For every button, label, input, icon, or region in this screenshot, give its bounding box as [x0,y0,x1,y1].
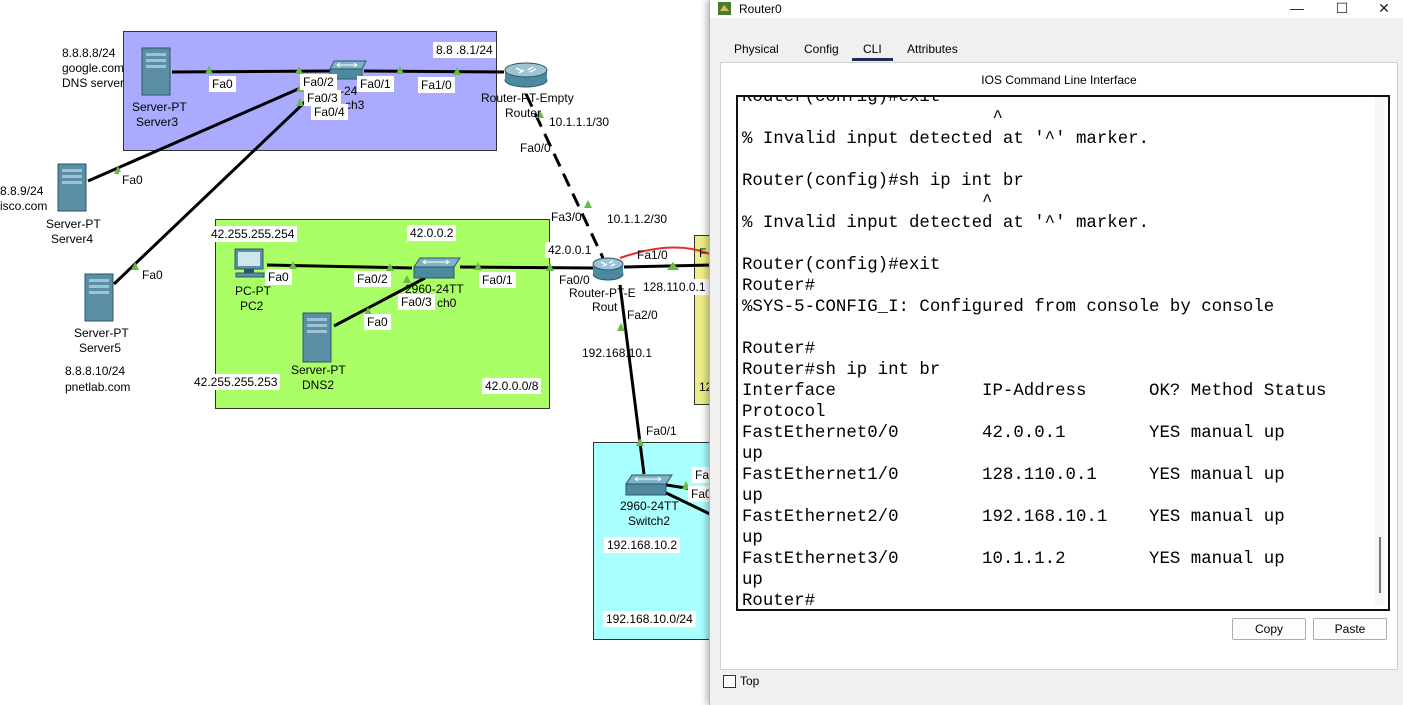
green-area-ip2-label: 42.255.255.253 [191,374,281,390]
green-area-ip1-label: 42.255.255.254 [208,226,298,242]
switch0-fa02-label: Fa0/2 [354,271,391,287]
switch0-icon[interactable] [412,256,462,282]
server4-name-label: Server4 [51,232,94,246]
server3-type-label: Server-PT [132,100,187,114]
router0-type-label: Router-PT-E [569,286,636,300]
switch2-fa01-label: Fa0/1 [646,424,677,438]
router0-ip3-label: 192.168.10.1 [582,346,653,360]
minimize-button[interactable]: — [1275,0,1319,18]
window-titlebar[interactable]: Router0 — ☐ ✕ [710,0,1403,18]
copy-button[interactable]: Copy [1232,618,1306,640]
server4-port-label: Fa0 [119,172,146,188]
tab-cli[interactable]: CLI [852,40,893,61]
router0-ip2-label: 128.110.0.1 [640,279,709,295]
tab-physical[interactable]: Physical [734,40,779,58]
dns2-name-label: DNS2 [302,378,335,392]
dns2-server-icon[interactable] [302,312,334,364]
server5-port-label: Fa0 [139,267,166,283]
close-button[interactable]: ✕ [1362,0,1403,18]
switch3-fa01-label: Fa0/1 [357,76,394,92]
pc2-icon[interactable] [232,248,268,280]
pc2-name-label: PC2 [240,299,264,313]
cli-console[interactable]: Router(config)#exit ^ % Invalid input de… [736,95,1390,611]
dns-server-role-label: DNS server [62,76,125,90]
router-top-type-label: Router-PT-Empty [481,91,574,105]
switch3-name2-partial-label: ch3 [345,98,365,112]
server5-name-label: Server5 [79,341,122,355]
router-top-link-ip-label: 10.1.1.1/30 [546,114,613,130]
router0-fa10-label: Fa1/0 [637,248,668,262]
switch2-icon[interactable] [624,473,674,499]
server4-icon[interactable] [57,163,89,213]
server5-icon[interactable] [84,273,116,323]
server3-port-label: Fa0 [209,76,236,92]
server4-type-label: Server-PT [46,217,101,231]
router0-fa30-label: Fa3/0 [551,210,582,224]
switch3-fa04-label: Fa0/4 [311,104,348,120]
tab-attributes[interactable]: Attributes [907,40,958,58]
link-server3-switch3 [171,69,333,74]
switch2-name-label: Switch2 [628,514,671,528]
switch2-ip-label: 192.168.10.2 [604,537,681,553]
server4-ip-label: 8.8.9/24 [0,184,44,198]
server4-domain-label: isco.com [0,199,48,213]
dns2-port-label: Fa0 [364,314,391,330]
top-checkbox-label: Top [740,674,760,688]
link-router0-yellow [623,263,713,269]
server5-ip-label: 8.8.8.10/24 [62,363,129,379]
router0-window[interactable]: Router0 — ☐ ✕ Physical Config CLI Attrib… [709,0,1403,705]
server3-name-label: Server3 [136,115,179,129]
dns2-type-label: Server-PT [291,363,346,377]
server5-domain-label: pnetlab.com [62,379,134,395]
server3-icon[interactable] [141,47,173,97]
server5-type-label: Server-PT [74,326,129,340]
cyan-area-subnet-label: 192.168.10.0/24 [603,611,696,627]
paste-button[interactable]: Paste [1313,618,1387,640]
router-top-name-label: Router [505,106,542,120]
switch3-name-partial-label: -24 [340,84,358,98]
router-top-icon[interactable] [503,59,551,89]
cli-scrollbar[interactable] [1375,97,1385,605]
switch2-type-label: 2960-24TT [620,499,679,513]
router0-fa20-label: Fa2/0 [627,308,658,322]
top-checkbox[interactable] [723,675,736,688]
router0-name-label: Rout [592,300,618,314]
gateway-ip-label: 8.8 .8.1/24 [433,42,496,58]
router-fa10-label: Fa1/0 [418,77,455,93]
yellow-partial1-label: F [699,246,707,260]
switch0-name2-label: ch0 [437,296,457,310]
maximize-button[interactable]: ☐ [1320,0,1364,18]
router-app-icon [718,2,731,15]
tab-config[interactable]: Config [804,40,839,58]
window-title: Router0 [739,2,782,16]
green-area-subnet-label: 42.0.0.0/8 [482,378,542,394]
router0-icon[interactable] [592,254,626,282]
switch3-fa02-label: Fa0/2 [300,74,337,90]
pc2-type-label: PC-PT [235,284,271,298]
switch0-fa01-label: Fa0/1 [479,272,516,288]
cli-scrollbar-thumb[interactable] [1379,537,1381,593]
router-top-fa00-label: Fa0/0 [520,141,551,155]
cli-tab-panel: IOS Command Line Interface Router(config… [720,62,1398,670]
pc2-port-label: Fa0 [265,269,292,285]
router0-link-ip-label: 10.1.1.2/30 [607,212,668,226]
cli-output[interactable]: Router(config)#exit ^ % Invalid input de… [742,97,1372,609]
dns-server-ip-label: 8.8.8.8/24 [62,46,116,60]
dns-server-domain-label: google.com [62,61,125,75]
switch0-fa03-label: Fa0/3 [398,294,435,310]
link-switch3-router [363,69,505,74]
panel-title: IOS Command Line Interface [981,73,1137,87]
green-area-net-label: 42.0.0.2 [407,225,457,241]
router0-ip1-label: 42.0.0.1 [545,242,595,258]
